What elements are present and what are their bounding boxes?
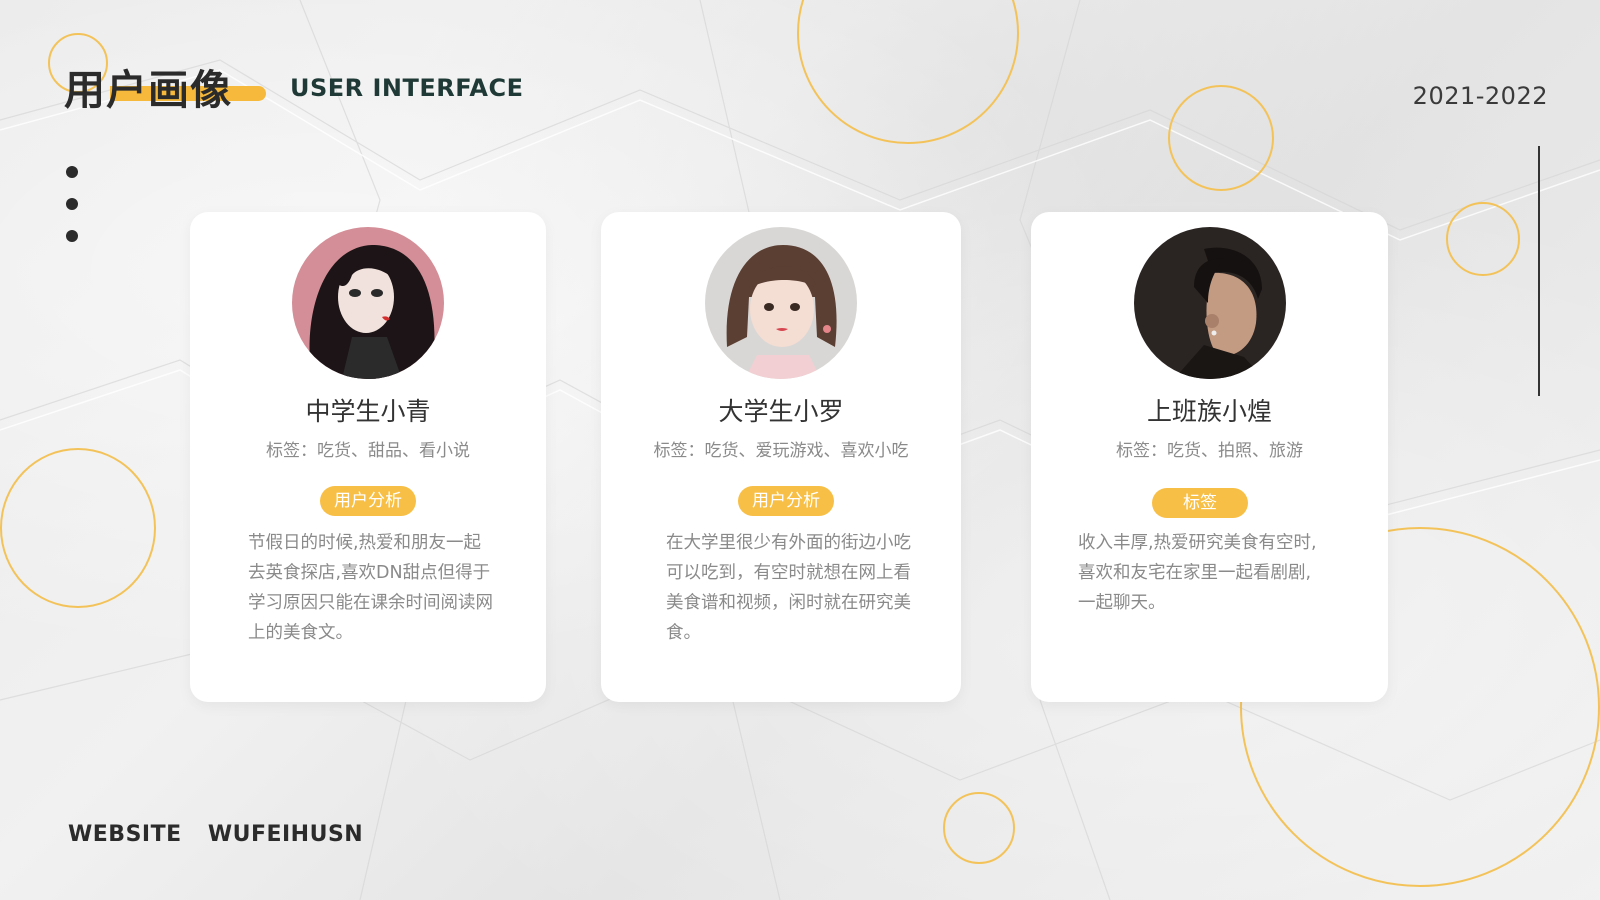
vertical-divider	[1538, 146, 1540, 396]
page-subtitle: USER INTERFACE	[290, 74, 524, 102]
year-range: 2021-2022	[1412, 82, 1548, 110]
persona-description: 收入丰厚,热爱研究美食有空时, 喜欢和友宅在家里一起看剧剧, 一起聊天。	[1078, 528, 1368, 618]
page-title: 用户画像	[64, 66, 232, 114]
dot	[66, 198, 78, 210]
footer-website-name[interactable]: WUFEIHUSN	[208, 822, 363, 847]
description-line: 在大学里很少有外面的街边小吃	[666, 533, 911, 553]
tag-badge[interactable]: 标签	[1152, 488, 1248, 518]
decor-ring	[1446, 202, 1520, 276]
dots-decoration	[66, 166, 78, 262]
description-line: 去英食探店,喜欢DN甜点但得于	[248, 563, 491, 583]
young-man-photo-avatar	[1133, 227, 1286, 379]
description-line: 上的美食文。	[248, 623, 353, 643]
decor-ring	[943, 792, 1015, 864]
persona-description: 节假日的时候,热爱和朋友一起 去英食探店,喜欢DN甜点但得于 学习原因只能在课余…	[248, 528, 518, 648]
persona-tags: 标签：吃货、爱玩游戏、喜欢小吃	[653, 441, 909, 461]
decor-ring	[1168, 85, 1274, 191]
description-line: 美食谱和视频，闲时就在研究美	[666, 593, 911, 613]
footer-website-label: WEBSITE	[68, 822, 182, 847]
description-line: 食。	[666, 623, 701, 643]
dot	[66, 166, 78, 178]
description-line: 喜欢和友宅在家里一起看剧剧,	[1078, 563, 1312, 583]
description-line: 可以吃到，有空时就想在网上看	[666, 563, 911, 583]
illustrated-girl-avatar	[292, 227, 444, 379]
description-line: 收入丰厚,热爱研究美食有空时,	[1078, 533, 1317, 553]
persona-name: 中学生小青	[305, 397, 431, 426]
persona-name: 大学生小罗	[718, 397, 844, 426]
dot	[66, 230, 78, 242]
young-woman-photo-avatar	[705, 227, 857, 379]
footer: WEBSITE WUFEIHUSN	[68, 822, 381, 847]
description-line: 一起聊天。	[1078, 593, 1166, 613]
description-line: 学习原因只能在课余时间阅读网	[248, 593, 493, 613]
decor-ring	[0, 448, 156, 608]
analysis-badge[interactable]: 用户分析	[738, 486, 834, 516]
persona-tags: 标签：吃货、拍照、旅游	[1116, 441, 1303, 461]
decor-ring	[797, 0, 1019, 144]
analysis-badge[interactable]: 用户分析	[320, 486, 416, 516]
persona-name: 上班族小煌	[1146, 397, 1272, 426]
description-line: 节假日的时候,热爱和朋友一起	[248, 533, 482, 553]
persona-tags: 标签：吃货、甜品、看小说	[266, 441, 470, 461]
persona-description: 在大学里很少有外面的街边小吃 可以吃到，有空时就想在网上看 美食谱和视频，闲时就…	[666, 528, 946, 648]
